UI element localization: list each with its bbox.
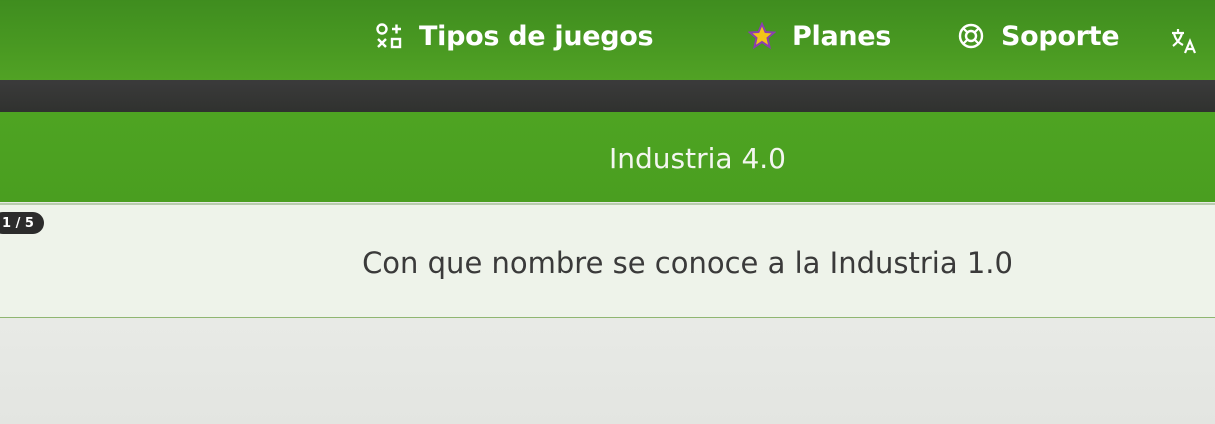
top-navigation: Tipos de juegos Planes Soporte (0, 0, 1215, 84)
nav-game-types[interactable]: Tipos de juegos (375, 16, 654, 56)
nav-game-types-label: Tipos de juegos (419, 20, 654, 52)
quiz-title: Industria 4.0 (609, 142, 786, 175)
nav-plans[interactable]: Planes (748, 16, 891, 56)
lifebuoy-icon (957, 22, 985, 50)
quiz-page: Tipos de juegos Planes Soporte Industria… (0, 0, 1215, 424)
nav-support-label: Soporte (1001, 20, 1120, 52)
game-types-icon (375, 22, 403, 50)
star-icon (748, 22, 776, 50)
language-icon[interactable] (1168, 24, 1202, 58)
question-text: Con que nombre se conoce a la Industria … (362, 246, 1013, 280)
question-counter-badge: 1 / 5 (0, 212, 44, 234)
nav-plans-label: Planes (792, 20, 892, 52)
nav-support[interactable]: Soporte (957, 16, 1120, 56)
header-divider (0, 80, 1215, 114)
answers-area (0, 318, 1215, 424)
